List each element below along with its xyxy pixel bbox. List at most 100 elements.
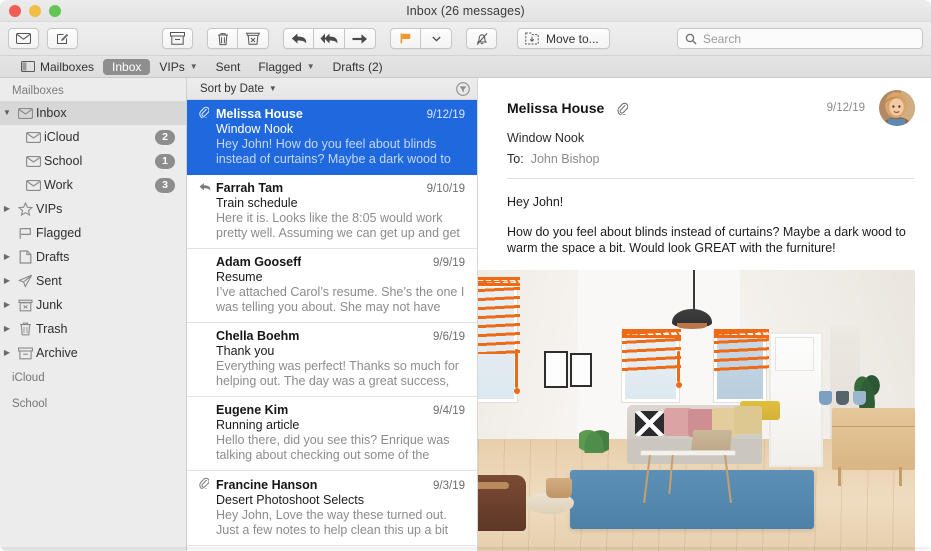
markup-scribble-right	[713, 329, 769, 338]
archive-button[interactable]	[162, 28, 193, 49]
reader-to-label: To:	[507, 152, 524, 166]
move-to-button[interactable]: Move to...	[517, 28, 610, 49]
sidebar-item-flagged[interactable]: Flagged	[0, 221, 186, 245]
message-preview: Hello there, did you see this? Enrique w…	[216, 433, 450, 462]
sidebar-item-inbox[interactable]: ▼ Inbox	[0, 101, 186, 125]
blue-rug	[569, 469, 815, 529]
body-paragraph-2: How do you feel about blinds instead of …	[507, 225, 906, 255]
sidebar: Mailboxes ▼ Inbox iCloud 2 School 1 Work…	[0, 78, 187, 551]
chevron-down-icon[interactable]: ▼	[269, 84, 277, 93]
favorite-tab-flagged[interactable]: Flagged ▼	[249, 59, 323, 75]
sidebar-item-drafts[interactable]: ▶ Drafts	[0, 245, 186, 269]
delete-button[interactable]	[207, 28, 238, 49]
message-date: 9/12/19	[426, 109, 465, 121]
sidebar-badge-work: 3	[155, 177, 175, 193]
message-row-adam-gooseff[interactable]: Adam Gooseff 9/9/19 Resume I’ve attached…	[187, 249, 477, 323]
sort-by-date-button[interactable]: Sort by Date	[200, 83, 264, 95]
fern-plant	[578, 421, 610, 453]
message-date: 9/3/19	[433, 480, 465, 492]
message-row-melissa-house[interactable]: Melissa House 9/12/19 Window Nook Hey Jo…	[187, 100, 477, 175]
reader-sender: Melissa House	[507, 100, 605, 116]
chevron-down-icon	[431, 36, 441, 42]
sidebar-item-vips[interactable]: ▶ VIPs	[0, 197, 186, 221]
disclosure-triangle-icon[interactable]: ▶	[0, 277, 14, 285]
flag-icon	[14, 227, 36, 240]
sidebar-item-sent[interactable]: ▶ Sent	[0, 269, 186, 293]
sidebar-item-school[interactable]: School 1	[0, 149, 186, 173]
markup-cord-center	[676, 351, 680, 383]
favorite-tab-inbox-label: Inbox	[112, 59, 142, 74]
flag-dropdown-button[interactable]	[421, 28, 452, 49]
forward-button[interactable]	[345, 28, 376, 49]
message-date: 9/4/19	[433, 405, 465, 417]
junk-icon	[246, 32, 260, 45]
mute-bell-icon	[475, 32, 489, 46]
get-mail-icon	[16, 33, 31, 44]
mute-button[interactable]	[466, 28, 497, 49]
message-row-eugene-kim[interactable]: Eugene Kim 9/4/19 Running article Hello …	[187, 397, 477, 471]
message-subject: Thank you	[216, 344, 275, 358]
favorite-tab-vips[interactable]: VIPs ▼	[150, 59, 206, 75]
disclosure-triangle-icon[interactable]: ▶	[0, 325, 14, 333]
sidebar-account-icloud[interactable]: iCloud	[0, 365, 186, 391]
message-sender: Adam Gooseff	[216, 255, 302, 269]
disclosure-triangle-icon[interactable]: ▼	[0, 109, 14, 117]
sidebar-item-school-label: School	[44, 154, 83, 168]
disclosure-triangle-icon[interactable]: ▶	[0, 205, 14, 213]
drafts-icon	[14, 250, 36, 264]
message-row-farrah-tam[interactable]: Farrah Tam 9/10/19 Train schedule Here i…	[187, 175, 477, 249]
filter-icon[interactable]	[456, 81, 470, 96]
message-sender: Chella Boehm	[216, 329, 300, 343]
search-input[interactable]: Search	[677, 28, 923, 49]
reply-button[interactable]	[283, 28, 314, 49]
favorite-tab-sent[interactable]: Sent	[207, 59, 250, 75]
favorite-tab-drafts-label: Drafts (2)	[332, 59, 383, 74]
sidebar-item-drafts-label: Drafts	[36, 250, 70, 264]
message-subject: Running article	[216, 418, 300, 432]
mailboxes-toggle[interactable]: Mailboxes	[12, 59, 103, 75]
sideboard	[831, 407, 915, 470]
sidebar-item-trash[interactable]: ▶ Trash	[0, 317, 186, 341]
flag-button[interactable]	[390, 28, 421, 49]
message-row-anthony-ashcroft[interactable]: Anthony Ashcroft 9/2/19 Appointment Your…	[187, 546, 477, 551]
sidebar-item-sent-label: Sent	[36, 274, 62, 288]
message-row-chella-boehm[interactable]: Chella Boehm 9/6/19 Thank you Everything…	[187, 323, 477, 397]
trash-icon	[14, 322, 36, 336]
inbox-icon	[14, 107, 36, 119]
sidebar-item-junk-label: Junk	[36, 298, 63, 312]
message-date: 9/6/19	[433, 331, 465, 343]
move-to-label: Move to...	[546, 31, 599, 46]
sidebar-item-junk[interactable]: ▶ Junk	[0, 293, 186, 317]
disclosure-triangle-icon[interactable]: ▶	[0, 301, 14, 309]
reply-all-button[interactable]	[314, 28, 345, 49]
body-paragraph-1: Hey John!	[507, 195, 564, 209]
sidebar-item-archive[interactable]: ▶ Archive	[0, 341, 186, 365]
sidebar-item-icloud[interactable]: iCloud 2	[0, 125, 186, 149]
get-mail-button[interactable]	[8, 28, 39, 49]
disclosure-triangle-icon[interactable]: ▶	[0, 253, 14, 261]
favorite-tab-drafts[interactable]: Drafts (2)	[324, 59, 392, 75]
sidebar-account-school[interactable]: School	[0, 391, 186, 417]
sidebar-item-inbox-label: Inbox	[36, 106, 67, 120]
door-pane	[775, 337, 815, 372]
disclosure-triangle-icon[interactable]: ▶	[0, 349, 14, 357]
sidebar-item-work[interactable]: Work 3	[0, 173, 186, 197]
message-row-francine-hanson[interactable]: Francine Hanson 9/3/19 Desert Photoshoot…	[187, 471, 477, 546]
favorite-tab-inbox[interactable]: Inbox	[103, 58, 151, 75]
window-title: Inbox (26 messages)	[406, 3, 525, 18]
reader-to-value[interactable]: John Bishop	[531, 152, 600, 166]
sidebar-item-flagged-label: Flagged	[36, 226, 82, 240]
message-preview: Hey John! How do you feel about blinds i…	[216, 137, 451, 166]
message-preview: Hey John, Love the way these turned out.…	[216, 508, 449, 537]
avatar	[879, 90, 915, 126]
message-subject: Resume	[216, 270, 263, 284]
message-rows: Melissa House 9/12/19 Window Nook Hey Jo…	[187, 100, 477, 551]
reply-icon	[291, 32, 307, 45]
junk-button[interactable]	[238, 28, 269, 49]
message-date: 9/10/19	[426, 183, 465, 195]
attachment-image[interactable]	[478, 270, 915, 551]
message-sender: Melissa House	[216, 107, 303, 121]
compose-button[interactable]	[47, 28, 78, 49]
markup-blinds-left	[478, 281, 520, 355]
living-room-photo	[478, 270, 915, 551]
